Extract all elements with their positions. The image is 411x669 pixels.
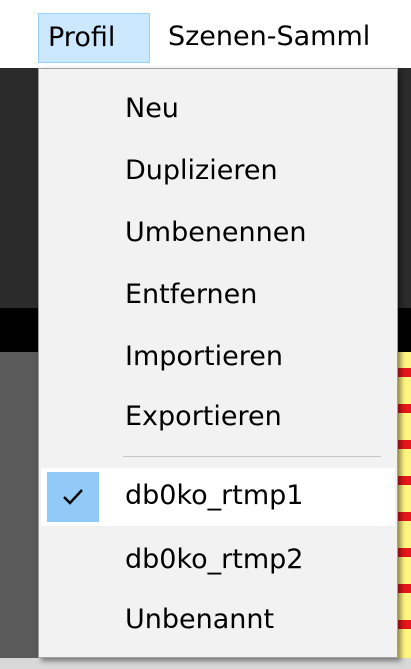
profile-label: db0ko_rtmp1 — [125, 480, 304, 511]
checkmark-icon — [47, 472, 99, 522]
menu-separator — [123, 456, 381, 457]
menu-item-importieren[interactable]: Importieren — [41, 329, 395, 387]
menu-item-profile-db0ko-rtmp1[interactable]: db0ko_rtmp1 — [41, 468, 395, 526]
menu-item-entfernen[interactable]: Entfernen — [41, 267, 395, 325]
audio-meter-tick — [398, 368, 411, 377]
audio-meter-tick — [398, 512, 411, 521]
menu-item-profile-unbenannt[interactable]: Unbenannt — [41, 592, 395, 650]
audio-meter-tick — [398, 440, 411, 449]
menu-item-neu[interactable]: Neu — [41, 81, 395, 139]
audio-meter-tick — [398, 476, 411, 485]
menu-bar: Profil Szenen-Samml — [0, 0, 411, 68]
background-bottom-strip — [0, 658, 411, 669]
menu-item-duplizieren[interactable]: Duplizieren — [41, 143, 395, 201]
profile-label: db0ko_rtmp2 — [125, 544, 304, 575]
audio-meter-tick — [398, 584, 411, 593]
menu-item-umbenennen[interactable]: Umbenennen — [41, 205, 395, 263]
menu-profil[interactable]: Profil — [38, 13, 150, 63]
profile-label: Unbenannt — [125, 604, 275, 635]
menu-item-profile-db0ko-rtmp2[interactable]: db0ko_rtmp2 — [41, 532, 395, 590]
menu-szenen-sammlung[interactable]: Szenen-Samml — [156, 13, 411, 63]
audio-meter-tick — [398, 548, 411, 557]
menu-item-exportieren[interactable]: Exportieren — [41, 389, 395, 447]
profil-dropdown-menu: Neu Duplizieren Umbenennen Entfernen Imp… — [38, 68, 398, 658]
audio-meter-tick — [398, 620, 411, 629]
audio-meter-tick — [398, 404, 411, 413]
